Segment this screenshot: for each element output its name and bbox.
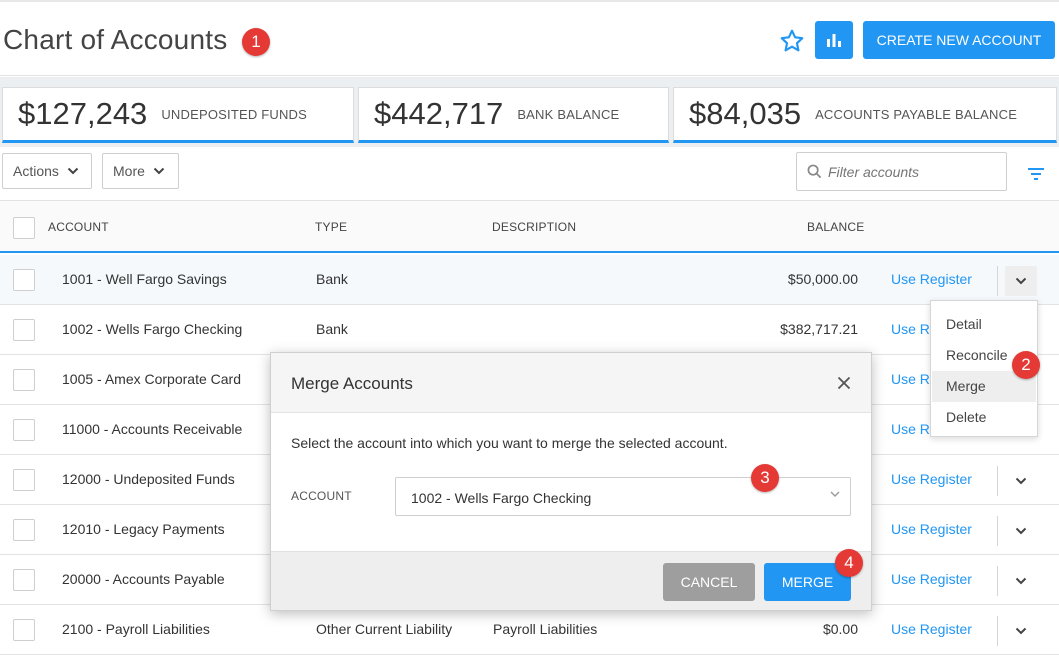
column-header-type[interactable]: TYPE <box>315 220 347 234</box>
account-field-label: ACCOUNT <box>291 489 352 503</box>
row-checkbox[interactable] <box>13 469 35 491</box>
summary-label: BANK BALANCE <box>517 106 620 122</box>
row-menu-button[interactable] <box>1005 266 1037 296</box>
filter-accounts-field[interactable] <box>796 152 1007 191</box>
use-register-link[interactable]: Use Register <box>891 571 972 587</box>
filter-icon[interactable] <box>1026 164 1046 184</box>
step-marker-4: 4 <box>835 549 863 577</box>
dialog-message: Select the account into which you want t… <box>291 435 728 451</box>
step-marker-2: 2 <box>1012 351 1040 379</box>
divider <box>997 266 998 296</box>
row-checkbox[interactable] <box>13 519 35 541</box>
create-new-account-button[interactable]: CREATE NEW ACCOUNT <box>863 21 1055 59</box>
target-account-select[interactable]: 1002 - Wells Fargo Checking <box>395 477 851 516</box>
divider <box>997 466 998 496</box>
account-balance: $50,000.00 <box>787 271 858 287</box>
row-menu-button[interactable] <box>1005 466 1037 496</box>
summary-band: $127,243 UNDEPOSITED FUNDS $442,717 BANK… <box>0 77 1059 147</box>
step-marker-1: 1 <box>242 28 270 56</box>
divider <box>997 616 998 646</box>
chevron-down-icon <box>1015 627 1027 635</box>
account-name: 1002 - Wells Fargo Checking <box>62 321 243 337</box>
page-header: Chart of Accounts 1 CREATE NEW ACCOUNT <box>0 2 1059 76</box>
close-icon <box>837 376 851 390</box>
dialog-header: Merge Accounts <box>271 353 871 413</box>
row-checkbox[interactable] <box>13 619 35 641</box>
row-menu-button[interactable] <box>1005 516 1037 546</box>
account-type: Other Current Liability <box>316 621 453 637</box>
account-name: 12000 - Undeposited Funds <box>62 471 235 487</box>
account-name: 1005 - Amex Corporate Card <box>62 371 241 387</box>
divider <box>997 566 998 596</box>
column-header-description[interactable]: DESCRIPTION <box>492 220 576 234</box>
summary-label: UNDEPOSITED FUNDS <box>161 106 308 122</box>
actions-label: Actions <box>13 163 59 179</box>
account-name: 12010 - Legacy Payments <box>62 521 225 537</box>
summary-card-bank: $442,717 BANK BALANCE <box>358 87 669 143</box>
account-balance: $382,717.21 <box>780 321 858 337</box>
filter-accounts-input[interactable] <box>828 163 998 180</box>
menu-item-detail[interactable]: Detail <box>931 309 1037 340</box>
row-checkbox[interactable] <box>13 569 35 591</box>
favorite-star-button[interactable] <box>777 26 807 56</box>
account-type: Bank <box>316 321 348 337</box>
row-checkbox[interactable] <box>13 419 35 441</box>
table-row[interactable]: 1002 - Wells Fargo Checking Bank $382,71… <box>0 305 1059 355</box>
merge-accounts-dialog: Merge Accounts Select the account into w… <box>270 352 872 611</box>
page-title: Chart of Accounts <box>3 24 228 55</box>
row-checkbox[interactable] <box>13 269 35 291</box>
divider <box>997 516 998 546</box>
search-icon <box>807 164 822 179</box>
chevron-down-icon <box>153 167 165 175</box>
selected-account-value: 1002 - Wells Fargo Checking <box>411 490 592 506</box>
use-register-link[interactable]: Use Register <box>891 471 972 487</box>
row-menu-button[interactable] <box>1005 566 1037 596</box>
step-marker-3: 3 <box>751 464 779 492</box>
chevron-down-icon <box>1015 577 1027 585</box>
chevron-down-icon <box>67 167 79 175</box>
row-checkbox[interactable] <box>13 369 35 391</box>
account-name: 11000 - Accounts Receivable <box>62 421 243 437</box>
account-name: 2100 - Payroll Liabilities <box>62 621 210 637</box>
use-register-link[interactable]: Use Register <box>891 271 972 287</box>
account-balance: $0.00 <box>822 621 858 637</box>
chevron-down-icon <box>1015 527 1027 535</box>
column-header-balance[interactable]: BALANCE <box>807 220 864 234</box>
chevron-down-icon <box>1015 277 1027 285</box>
use-register-link[interactable]: Use Register <box>891 521 972 537</box>
star-icon <box>780 29 804 52</box>
select-all-checkbox[interactable] <box>13 217 35 239</box>
actions-dropdown[interactable]: Actions <box>2 153 92 189</box>
summary-amount: $442,717 <box>374 96 504 131</box>
table-row[interactable]: 2100 - Payroll Liabilities Other Current… <box>0 605 1059 655</box>
row-menu-button[interactable] <box>1005 616 1037 646</box>
dialog-title: Merge Accounts <box>291 374 413 393</box>
menu-item-delete[interactable]: Delete <box>931 402 1037 433</box>
cancel-button[interactable]: CANCEL <box>663 563 755 601</box>
account-type: Bank <box>316 271 348 287</box>
use-register-link[interactable]: Use Register <box>891 621 972 637</box>
bar-chart-icon <box>827 34 841 47</box>
chevron-down-icon <box>1015 477 1027 485</box>
table-row[interactable]: 1001 - Well Fargo Savings Bank $50,000.0… <box>0 255 1059 305</box>
summary-card-undeposited: $127,243 UNDEPOSITED FUNDS <box>2 87 354 143</box>
row-checkbox[interactable] <box>13 319 35 341</box>
summary-label: ACCOUNTS PAYABLE BALANCE <box>815 106 1018 122</box>
table-header: ACCOUNT TYPE DESCRIPTION BALANCE <box>0 201 1059 253</box>
more-dropdown[interactable]: More <box>102 153 179 189</box>
summary-card-payable: $84,035 ACCOUNTS PAYABLE BALANCE <box>673 87 1057 143</box>
summary-amount: $84,035 <box>689 96 802 131</box>
more-label: More <box>113 163 145 179</box>
account-name: 20000 - Accounts Payable <box>62 571 225 587</box>
account-description: Payroll Liabilities <box>493 621 598 637</box>
dialog-footer: CANCEL MERGE <box>271 551 871 610</box>
account-name: 1001 - Well Fargo Savings <box>62 271 227 287</box>
chevron-down-icon <box>830 491 840 497</box>
column-header-account[interactable]: ACCOUNT <box>48 220 109 234</box>
summary-amount: $127,243 <box>18 96 148 131</box>
close-button[interactable] <box>834 373 854 393</box>
reports-chart-button[interactable] <box>815 21 853 59</box>
